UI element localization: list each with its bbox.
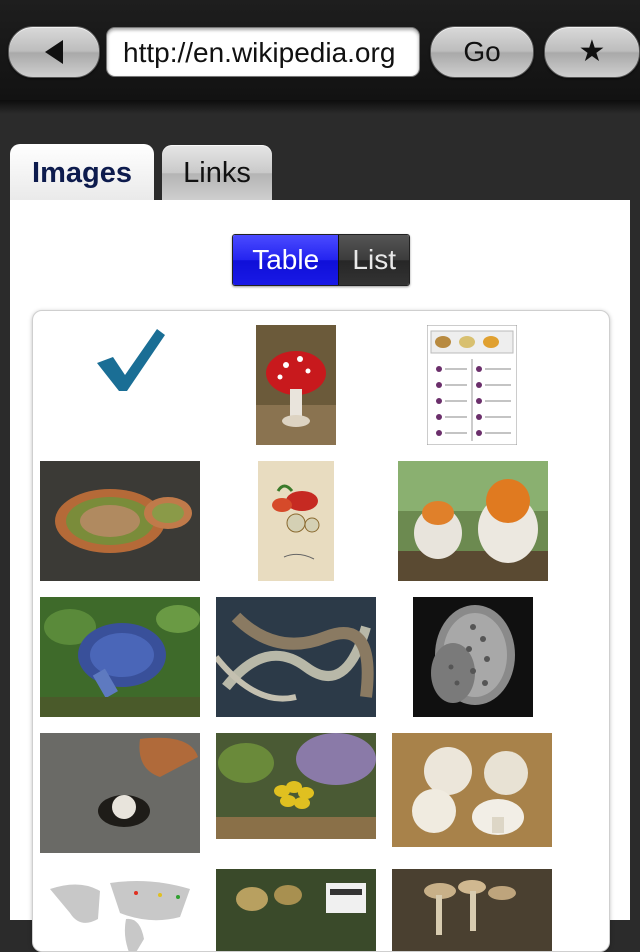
puffball-image[interactable] [40,733,200,853]
star-icon: ★ [578,35,606,68]
mushrooms-matchbox-image[interactable] [216,869,376,951]
veiled-mushroom-image[interactable] [398,461,548,581]
world-map-image[interactable] [40,869,200,951]
url-input[interactable]: http://en.wikipedia.org [106,27,420,77]
view-list-button[interactable]: List [338,235,409,285]
microscopy-hyphae-image[interactable] [216,597,376,717]
back-button[interactable] [8,26,100,78]
view-toggle: Table List [232,234,410,286]
back-arrow-icon [45,40,63,64]
checkmark-icon[interactable] [91,323,171,397]
toolbar-shadow [0,100,640,114]
fly-agaric-image[interactable] [256,325,336,445]
go-button[interactable]: Go [430,26,534,78]
fungi-diagram-image[interactable] [427,325,517,445]
button-mushrooms-image[interactable] [392,733,552,847]
view-table-button[interactable]: Table [233,235,339,285]
tab-links[interactable]: Links [162,145,272,201]
spore-sem-image[interactable] [413,597,533,717]
blue-milk-cap-image[interactable] [40,597,200,717]
yellow-mushrooms-image[interactable] [216,733,376,839]
image-grid [32,310,610,952]
browser-toolbar: http://en.wikipedia.org Go ★ [0,0,640,100]
clustered-mushrooms-image[interactable] [392,869,552,951]
bookmark-button[interactable]: ★ [544,26,640,78]
images-panel: Table List [10,200,630,952]
bracket-fungus-image[interactable] [40,461,200,581]
tab-images[interactable]: Images [10,144,154,202]
vintage-postcard-image[interactable] [258,461,334,581]
